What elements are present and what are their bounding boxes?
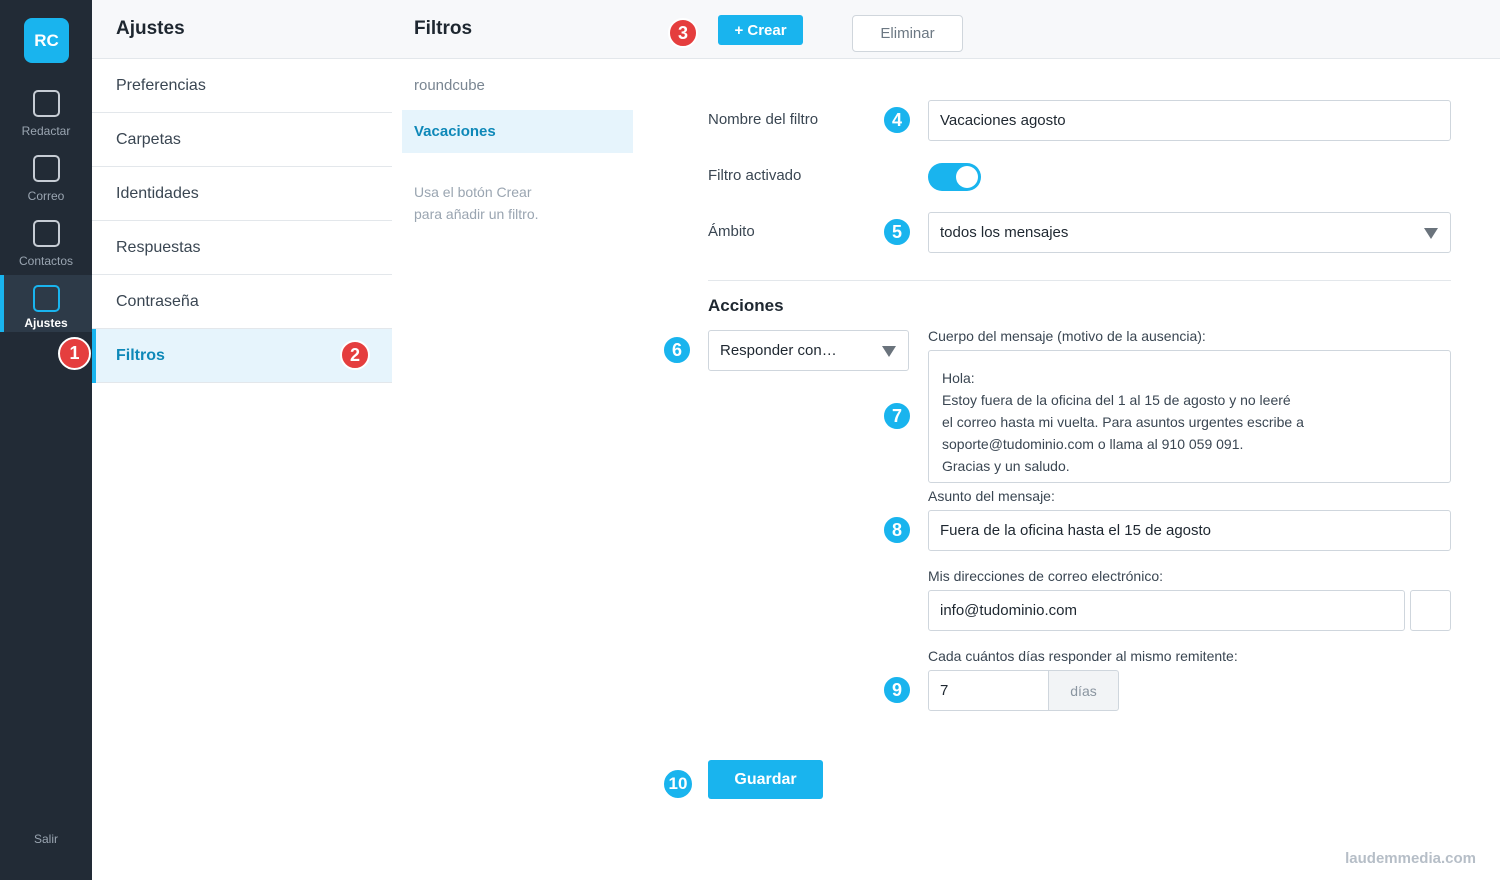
rail-item-label: Correo [27,189,65,203]
body-line: Hola: [942,370,975,386]
filter-editor: + Crear Eliminar Nombre del filtro Vacac… [642,0,1500,880]
subject-input[interactable]: Fuera de la oficina hasta el 15 de agost… [928,510,1451,551]
compose-icon [32,90,60,117]
filter-name-input[interactable]: Vacaciones agosto [928,100,1451,141]
body-line: el correo hasta mi vuelta. Para asuntos … [942,414,1304,430]
mail-icon [32,155,60,182]
rail-item-contacts[interactable]: Contactos [0,219,92,276]
settings-item-folders[interactable]: Carpetas [92,113,392,167]
settings-item-responses[interactable]: Respuestas [92,221,392,275]
action-select[interactable]: Responder con… [708,330,909,371]
body-textarea[interactable]: Hola: Estoy fuera de la oficina del 1 al… [928,350,1451,483]
body-line: soporte@tudominio.com o llama al 910 059… [942,436,1244,452]
addresses-label: Mis direcciones de correo electrónico: [928,568,1163,584]
step-badge-3: 3 [668,18,698,48]
filter-name-label: Nombre del filtro [708,111,819,128]
toolbar: + Crear Eliminar [642,0,1500,59]
filter-active-toggle[interactable] [928,163,981,191]
step-badge-2: 2 [340,340,370,370]
delete-filter-button[interactable]: Eliminar [852,15,963,52]
actions-title: Acciones [708,296,784,315]
filters-title: Filtros [392,0,642,59]
logout-link[interactable]: Salir [0,832,92,846]
create-filter-button[interactable]: + Crear [718,15,803,45]
rail-item-mail[interactable]: Correo [0,154,92,211]
settings-item-preferences[interactable]: Preferencias [92,59,392,113]
step-badge-1: 1 [58,337,91,370]
scope-select[interactable]: todos los mensajes [928,212,1451,253]
rail-item-label: Contactos [18,254,74,268]
rail-item-settings[interactable]: Ajustes [0,275,92,332]
filter-item-selected[interactable]: Vacaciones [402,110,633,153]
action-select-value: Responder con… [720,342,837,359]
section-divider [708,280,1451,281]
chevron-down-icon [882,346,896,357]
body-line: Estoy fuera de la oficina del 1 al 15 de… [942,392,1291,408]
settings-icon [32,285,60,312]
rail-item-compose[interactable]: Redactar [0,89,92,146]
days-input[interactable]: 7 [928,670,1049,711]
scope-label: Ámbito [708,223,755,240]
app-rail: RC Redactar Correo Contactos Ajustes Sal… [0,0,92,880]
filters-hint-line: para añadir un filtro. [414,206,539,222]
app-logo: RC [24,18,69,63]
filters-hint-line: Usa el botón Crear [414,184,532,200]
step-badge-10: 10 [662,768,694,800]
settings-item-identities[interactable]: Identidades [92,167,392,221]
rail-item-label: Ajustes [24,316,68,330]
days-label: Cada cuántos días responder al mismo rem… [928,648,1238,664]
step-badge-4: 4 [882,105,912,135]
days-unit: días [1048,670,1119,711]
addresses-extra-button[interactable] [1410,590,1451,631]
step-badge-6: 6 [662,335,692,365]
filters-column: Filtros roundcube Vacaciones Usa el botó… [392,0,642,880]
step-badge-8: 8 [882,515,912,545]
step-badge-9: 9 [882,675,912,705]
filter-active-label: Filtro activado [708,167,802,184]
filter-set-name: roundcube [414,77,485,94]
watermark: laudemmedia.com [1345,850,1476,867]
subject-label: Asunto del mensaje: [928,488,1055,504]
contacts-icon [32,220,60,247]
addresses-input[interactable]: info@tudominio.com [928,590,1405,631]
body-line: Gracias y un saludo. [942,458,1070,474]
settings-title: Ajustes [92,0,392,59]
step-badge-7: 7 [882,401,912,431]
save-button[interactable]: Guardar [708,760,823,799]
settings-item-password[interactable]: Contraseña [92,275,392,329]
settings-column: Ajustes Preferencias Carpetas Identidade… [92,0,392,880]
scope-select-value: todos los mensajes [940,224,1069,241]
chevron-down-icon [1424,228,1438,239]
rail-item-label: Redactar [21,124,71,138]
step-badge-5: 5 [882,217,912,247]
body-label: Cuerpo del mensaje (motivo de la ausenci… [928,328,1206,344]
filters-hint: Usa el botón Crear para añadir un filtro… [392,153,592,225]
toggle-knob [956,166,978,188]
